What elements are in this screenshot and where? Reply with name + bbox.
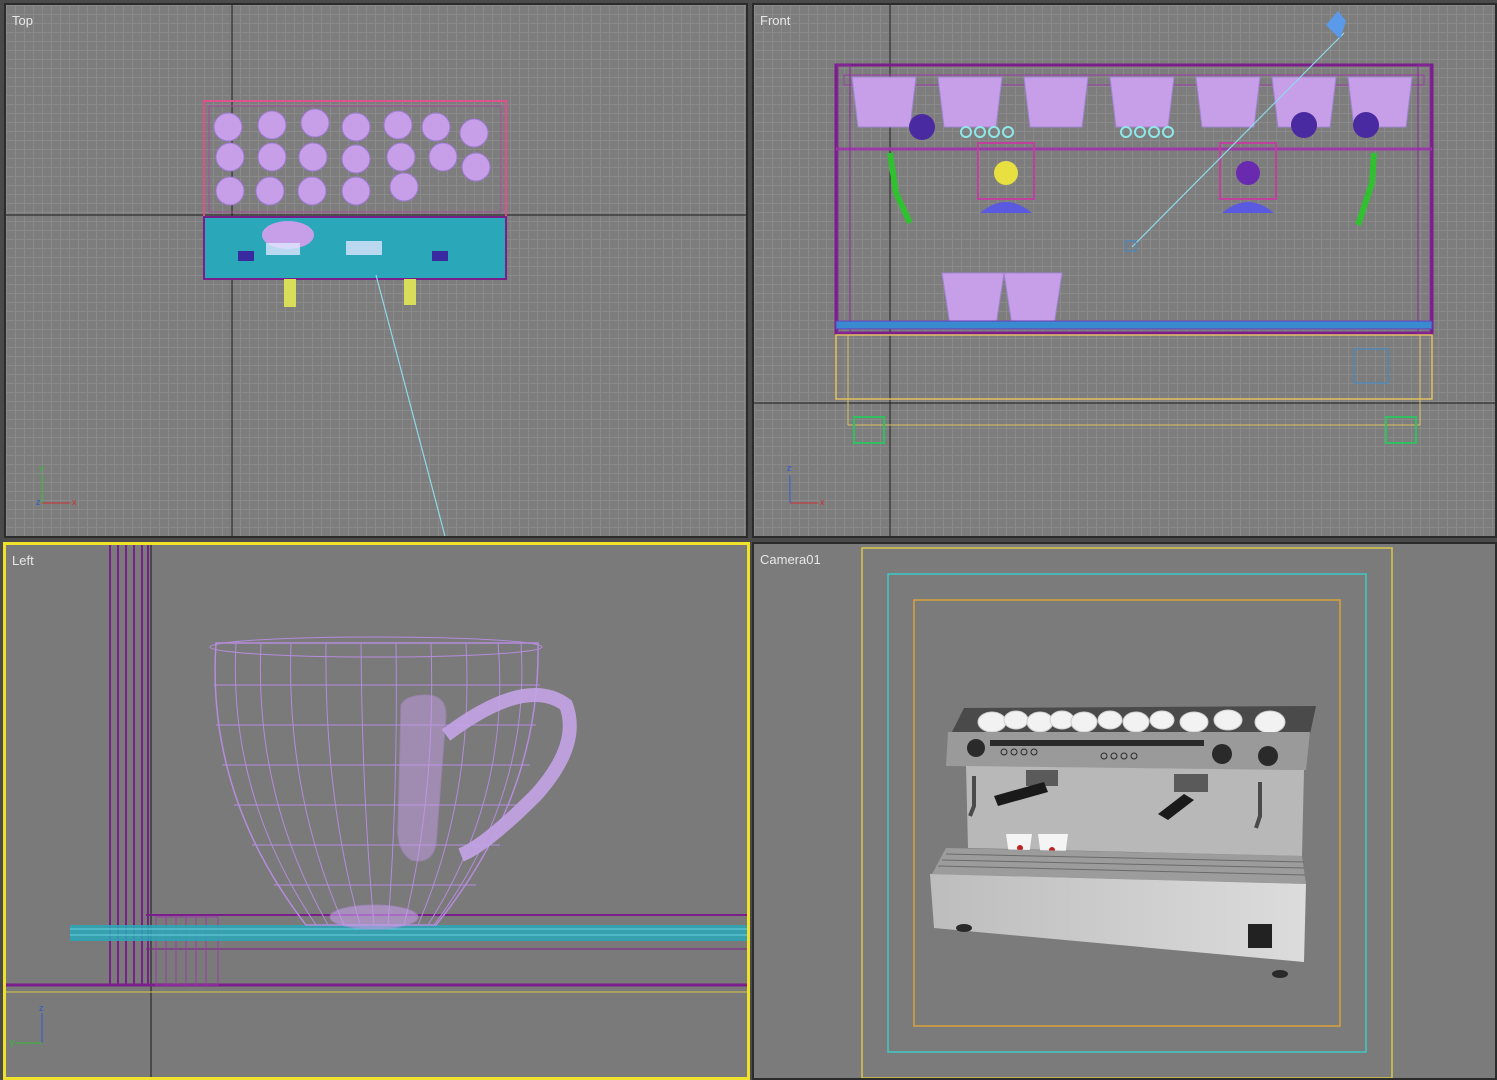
viewport-label-front[interactable]: Front [760,13,790,28]
svg-text:z: z [36,497,41,507]
viewport-label-top[interactable]: Top [12,13,33,28]
top-view-geometry: x y z [6,5,746,536]
front-view-geometry: x z [754,5,1495,536]
svg-text:y: y [39,463,44,473]
camera-view-render [861,547,1393,1078]
viewport-label-left[interactable]: Left [12,553,34,568]
svg-text:x: x [820,497,825,507]
svg-text:z: z [787,463,792,473]
svg-text:y: y [10,1037,15,1047]
svg-text:x: x [72,497,77,507]
viewport-left[interactable]: z y Left [3,542,750,1080]
left-view-geometry: z y [6,545,747,1077]
top-cups [213,108,491,206]
viewport-front[interactable]: x z Front [752,3,1497,538]
viewport-camera[interactable]: Camera01 [752,542,1497,1080]
svg-text:z: z [39,1003,44,1013]
viewport-label-camera[interactable]: Camera01 [760,552,821,567]
viewport-top[interactable]: x y z Top [4,3,748,538]
wireframe-cup [209,636,577,930]
